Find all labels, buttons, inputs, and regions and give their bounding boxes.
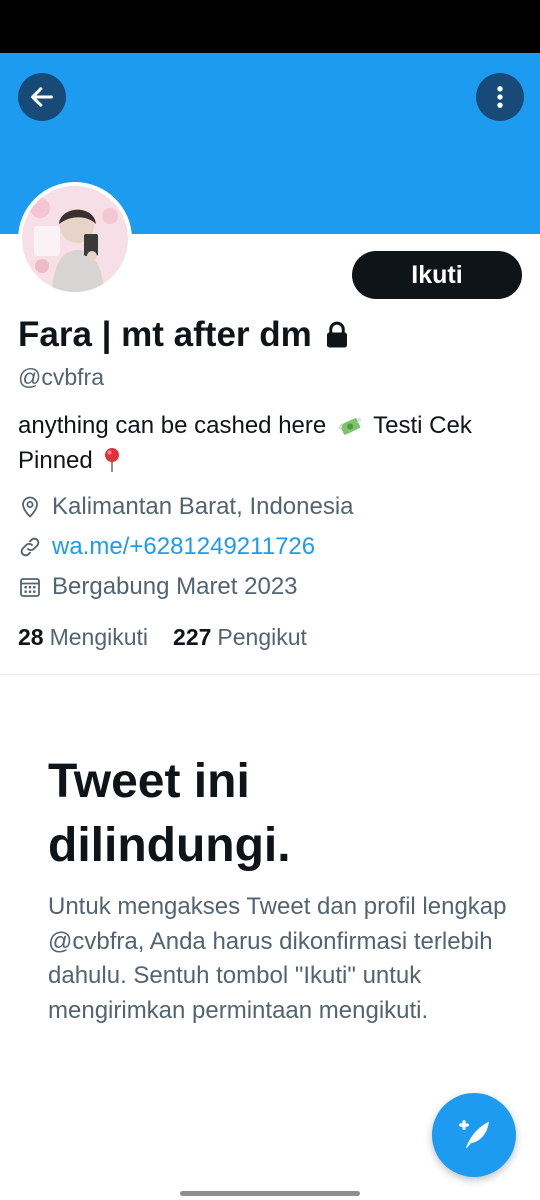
round-pushpin-emoji: [105, 448, 120, 472]
avatar-image: [22, 186, 128, 292]
arrow-left-icon: [31, 87, 53, 107]
followers-stat[interactable]: 227 Pengikut: [173, 624, 307, 651]
section-divider: [0, 674, 540, 675]
bio-text-line1-tail: Testi Cek: [373, 412, 472, 439]
profile-joined-date: Bergabung Maret 2023: [18, 573, 298, 601]
display-name-text: Fara | mt after dm: [18, 315, 312, 354]
back-button[interactable]: [18, 73, 66, 121]
joined-text: Bergabung Maret 2023: [52, 573, 298, 600]
following-count: 28: [18, 624, 44, 650]
following-stat[interactable]: 28 Mengikuti: [18, 624, 148, 651]
profile-website: wa.me/+6281249211726: [18, 533, 315, 561]
website-link[interactable]: wa.me/+6281249211726: [52, 533, 315, 561]
profile-display-name: Fara | mt after dm: [18, 315, 352, 355]
follow-button[interactable]: Ikuti: [352, 251, 522, 299]
follow-stats: 28 Mengikuti 227 Pengikut: [18, 624, 307, 651]
location-pin-icon: [22, 496, 38, 518]
money-with-wings-emoji: [336, 417, 362, 435]
following-label: Mengikuti: [49, 624, 149, 650]
compose-tweet-button[interactable]: [432, 1093, 516, 1177]
link-icon: [20, 537, 40, 557]
compose-feather-icon: [459, 1120, 489, 1149]
followers-label: Pengikut: [217, 624, 307, 650]
protected-tweets-title: Tweet ini dilindungi.: [48, 755, 291, 872]
protected-tweets-description: Untuk mengakses Tweet dan profil lengkap…: [48, 893, 507, 1024]
bio-text-line1: anything can be cashed here: [18, 412, 327, 439]
home-indicator[interactable]: [180, 1191, 360, 1196]
bio-text-line2: Pinned: [18, 447, 93, 474]
profile-location: Kalimantan Barat, Indonesia: [18, 493, 354, 521]
avatar[interactable]: [18, 182, 132, 296]
more-options-button[interactable]: [476, 73, 524, 121]
location-text: Kalimantan Barat, Indonesia: [52, 493, 354, 520]
profile-handle: @cvbfra: [18, 364, 104, 390]
lock-icon: [326, 321, 347, 348]
calendar-icon: [20, 578, 40, 597]
profile-bio: anything can be cashed here Testi Cek Pi…: [18, 408, 528, 478]
status-bar: [0, 0, 540, 53]
followers-count: 227: [173, 624, 212, 650]
more-vertical-icon: [497, 86, 503, 108]
